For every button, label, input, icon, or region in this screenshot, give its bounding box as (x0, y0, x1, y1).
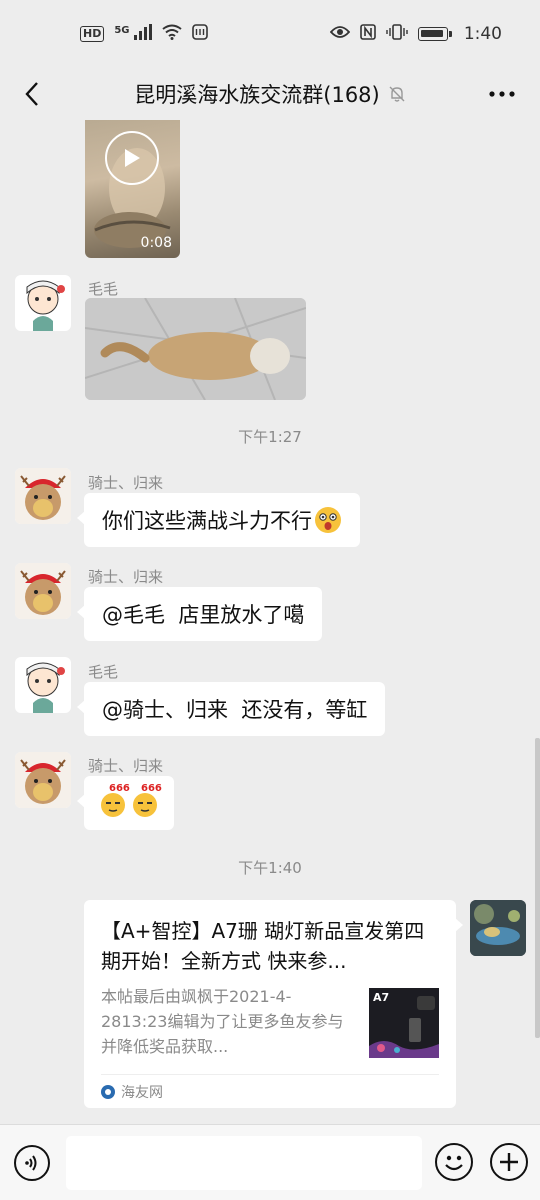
message-text: @毛毛 店里放水了噶 (102, 603, 305, 627)
image-message[interactable] (85, 298, 306, 400)
chat-messages[interactable]: 0:08 毛毛 下午1:27 骑士、归来 你们这些满战斗力不行 骑士、归来 @毛… (0, 120, 540, 1124)
avatar[interactable] (15, 468, 71, 524)
nfc-icon (360, 23, 376, 45)
eye-icon (329, 24, 351, 44)
emoji-message[interactable]: 666 666 (77, 776, 174, 830)
chat-title: 昆明溪海水族交流群(168) (134, 83, 380, 107)
wifi-icon (161, 24, 182, 45)
sender-name: 骑士、归来 (88, 568, 164, 586)
input-bar (0, 1124, 540, 1200)
video-duration: 0:08 (140, 235, 172, 251)
message-text: @骑士、归来 还没有，等缸 (102, 698, 368, 722)
emoji-button[interactable] (435, 1143, 473, 1181)
sender-name: 毛毛 (88, 280, 119, 298)
network-gen: 5G (114, 24, 130, 36)
hd-badge: HD (80, 26, 105, 42)
battery-icon (417, 27, 452, 41)
signal-icon (133, 23, 152, 45)
app-notification-icon (191, 23, 208, 45)
chat-header: 昆明溪海水族交流群(168) (0, 68, 540, 120)
message-text: 你们这些满战斗力不行 (102, 509, 312, 533)
status-time: 1:40 (463, 24, 502, 44)
link-card-message[interactable]: 【A+智控】A7珊 瑚灯新品宣发第四期开始！全新方式 快来参... 本帖最后由飒… (84, 900, 463, 1108)
scrollbar[interactable] (535, 738, 540, 1038)
play-icon[interactable] (105, 131, 159, 185)
avatar[interactable] (15, 657, 71, 713)
message-input[interactable] (66, 1136, 422, 1190)
more-button[interactable] (482, 74, 522, 114)
link-thumbnail: A7 (369, 988, 439, 1058)
voice-icon (25, 1155, 37, 1171)
timestamp: 下午1:40 (238, 859, 302, 877)
link-source-name: 海友网 (121, 1084, 163, 1101)
sender-name: 骑士、归来 (88, 474, 164, 492)
sender-name: 毛毛 (88, 663, 119, 681)
text-message[interactable]: @骑士、归来 还没有，等缸 (76, 682, 386, 736)
avatar[interactable] (15, 563, 71, 619)
666-emoji-icon: 666 (98, 783, 130, 818)
chevron-left-icon (25, 82, 38, 106)
link-title: 【A+智控】A7珊 瑚灯新品宣发第四期开始！全新方式 快来参... (101, 919, 425, 973)
avatar[interactable] (470, 900, 526, 956)
back-button[interactable] (14, 74, 50, 114)
emoji-label: 666 (109, 783, 130, 794)
bell-off-icon (388, 85, 406, 103)
status-bar: HD 5G 1:40 (0, 0, 540, 68)
video-message[interactable]: 0:08 (85, 120, 180, 258)
link-body: 本帖最后由飒枫于2021-4-2813:23编辑为了让更多鱼友参与并降低奖品获取… (101, 984, 439, 1059)
link-description: 本帖最后由飒枫于2021-4-2813:23编辑为了让更多鱼友参与并降低奖品获取… (101, 987, 344, 1056)
vibrate-icon (386, 23, 408, 45)
plus-button[interactable] (490, 1143, 528, 1181)
plus-icon (500, 1153, 518, 1171)
voice-button[interactable] (14, 1145, 50, 1181)
666-emoji-icon: 666 (130, 783, 162, 818)
smiley-icon (445, 1155, 463, 1171)
more-dots-icon (489, 91, 515, 97)
shocked-face-icon (315, 507, 341, 533)
sender-name: 骑士、归来 (88, 757, 164, 775)
text-message[interactable]: @毛毛 店里放水了噶 (76, 587, 323, 641)
timestamp: 下午1:27 (238, 428, 302, 446)
link-source: 海友网 (101, 1074, 439, 1108)
status-right: 1:40 (329, 23, 502, 45)
status-left: HD 5G (80, 23, 208, 45)
source-logo-icon (101, 1084, 115, 1099)
emoji-label: 666 (141, 783, 162, 794)
avatar[interactable] (15, 752, 71, 808)
text-message[interactable]: 你们这些满战斗力不行 (77, 493, 360, 547)
avatar[interactable] (15, 275, 71, 331)
